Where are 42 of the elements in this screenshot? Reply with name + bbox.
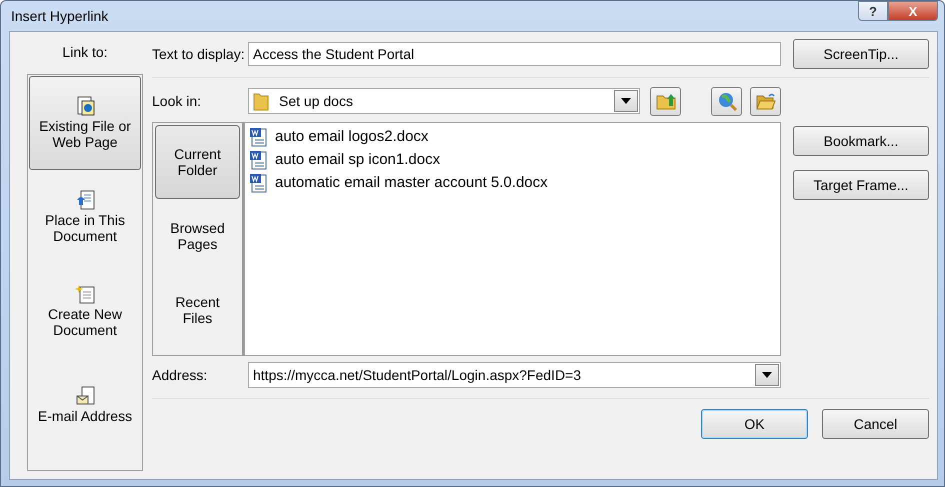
file-name[interactable]: auto email sp icon1.docx xyxy=(275,151,440,168)
text-to-display-field[interactable]: Access the Student Portal xyxy=(248,42,781,66)
address-field[interactable]: https://mycca.net/StudentPortal/Login.aspx?FedID=3 xyxy=(248,362,781,388)
dialog-button[interactable]: Cancel xyxy=(822,409,929,439)
browse-file-button[interactable] xyxy=(750,86,781,116)
file-name[interactable]: automatic email master account 5.0.docx xyxy=(275,174,548,191)
look-in-label: Look in: xyxy=(152,93,202,109)
globe-search-icon xyxy=(716,91,736,111)
dialog-button[interactable]: OK xyxy=(701,409,808,439)
folder-up-button[interactable] xyxy=(650,86,681,116)
look-in-dropdown[interactable]: Set up docs xyxy=(248,88,640,114)
document-icon xyxy=(75,190,95,210)
text-to-display-label: Text to display: xyxy=(152,46,246,62)
word-document-icon xyxy=(249,150,267,170)
link-type-item[interactable]: Existing File or Web Page xyxy=(29,76,141,170)
browse-tab[interactable]: Browsed Pages xyxy=(155,199,240,273)
address-label: Address: xyxy=(152,367,208,383)
document-icon xyxy=(75,386,95,406)
caret-icon xyxy=(621,98,631,104)
folder-icon xyxy=(253,91,269,111)
dropdown-arrow-button[interactable] xyxy=(755,364,779,386)
link-type-item[interactable]: Create New Document xyxy=(29,264,141,358)
window-title: Insert Hyperlink xyxy=(11,8,110,24)
document-icon xyxy=(75,284,95,304)
side-button[interactable]: Target Frame... xyxy=(793,170,929,200)
browse-tab[interactable]: Recent Files xyxy=(155,273,240,347)
help-button[interactable]: ? xyxy=(858,1,888,21)
link-type-item[interactable]: Place in This Document xyxy=(29,170,141,264)
word-document-icon xyxy=(249,126,267,146)
folder-up-icon xyxy=(656,92,676,110)
link-type-item[interactable]: E-mail Address xyxy=(29,358,141,452)
caret-icon xyxy=(762,372,772,378)
screentip-button[interactable]: ScreenTip... xyxy=(793,39,929,69)
browse-web-button[interactable] xyxy=(711,86,742,116)
word-document-icon xyxy=(249,172,267,192)
open-folder-icon xyxy=(756,92,776,110)
file-name[interactable]: auto email logos2.docx xyxy=(275,128,428,145)
side-button[interactable]: Bookmark... xyxy=(793,126,929,156)
link-to-label: Link to: xyxy=(61,43,109,62)
browse-tab[interactable]: Current Folder xyxy=(155,125,240,199)
dropdown-arrow-button[interactable] xyxy=(614,90,638,112)
document-icon xyxy=(75,96,95,116)
